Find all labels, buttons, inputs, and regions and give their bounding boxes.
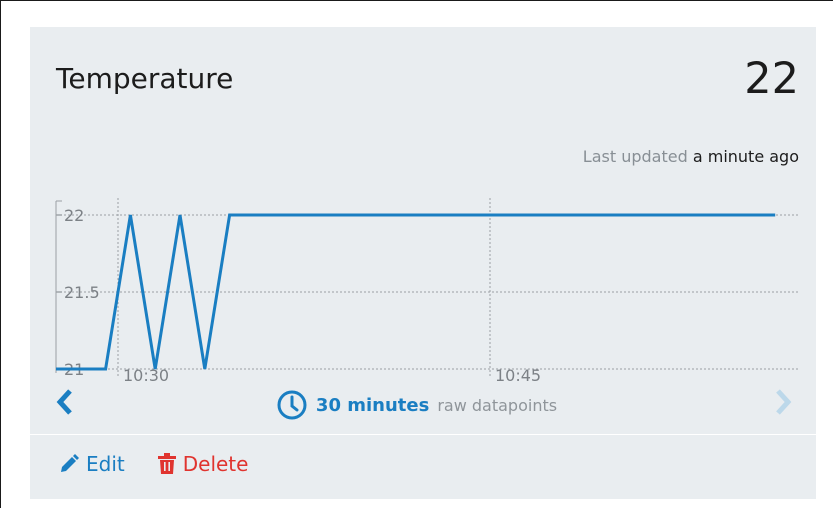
y-tick-label: 22 <box>64 206 84 225</box>
clock-icon <box>277 390 307 420</box>
trash-icon <box>157 453 176 474</box>
y-axis-ticks: 2221.521 <box>55 200 100 379</box>
edit-label: Edit <box>86 452 125 476</box>
temperature-chart: 2221.521 10:30 10:45 <box>55 198 800 385</box>
pencil-icon <box>61 454 79 472</box>
range-value: 30 minutes <box>315 394 430 416</box>
delete-button[interactable]: Delete <box>157 452 249 476</box>
delete-label: Delete <box>182 452 249 476</box>
edit-button[interactable]: Edit <box>58 452 125 476</box>
chart-grid <box>60 198 800 378</box>
x-tick-label: 10:30 <box>123 366 169 385</box>
x-tick-label: 10:45 <box>495 366 541 385</box>
widget-actions: Edit Delete <box>58 452 248 476</box>
series-line <box>56 213 776 371</box>
divider <box>30 434 816 435</box>
y-tick-label: 21.5 <box>64 283 100 302</box>
range-mode: raw datapoints <box>437 395 558 415</box>
time-range[interactable]: 30 minutes raw datapoints <box>0 389 833 421</box>
